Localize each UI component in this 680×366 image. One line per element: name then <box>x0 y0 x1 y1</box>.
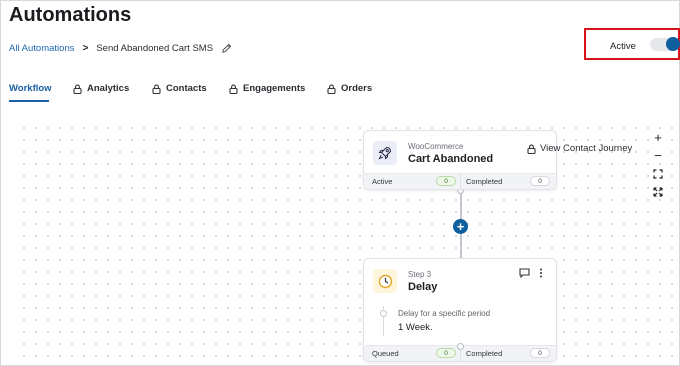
delay-step: Step 3 <box>408 270 432 279</box>
tab-contacts[interactable]: Contacts <box>152 83 207 94</box>
tab-label: Engagements <box>243 83 306 94</box>
connector-line <box>460 234 462 258</box>
add-step-button[interactable]: + <box>453 219 468 234</box>
tab-engagements[interactable]: Engagements <box>229 83 305 94</box>
breadcrumb-current: Send Abandoned Cart SMS <box>96 43 214 54</box>
delay-title: Delay <box>408 281 438 293</box>
fullscreen-button[interactable] <box>649 184 667 199</box>
completed-count-label: Completed <box>466 349 503 358</box>
zoom-in-button[interactable]: + <box>649 130 667 145</box>
tab-active-indicator <box>9 100 49 102</box>
status-highlight-box: Active <box>584 28 680 60</box>
trigger-node-footer: Active 0 Completed 0 <box>364 173 556 189</box>
status-label: Active <box>610 41 636 52</box>
workflow-canvas[interactable] <box>14 118 680 366</box>
comment-icon[interactable] <box>519 268 530 278</box>
trigger-node[interactable]: WooCommerce Cart Abandoned Active 0 Comp… <box>363 130 557 190</box>
lock-icon <box>327 84 336 94</box>
trigger-source: WooCommerce <box>408 142 464 151</box>
active-count-label: Active <box>372 177 393 186</box>
tab-label: Workflow <box>9 83 52 94</box>
pencil-icon[interactable] <box>221 43 232 54</box>
lock-icon <box>73 84 82 94</box>
view-contact-journey-button[interactable]: View Contact Journey <box>527 143 632 154</box>
active-toggle[interactable] <box>650 37 680 51</box>
trigger-title: Cart Abandoned <box>408 153 494 165</box>
footer-divider <box>460 174 461 189</box>
fit-view-button[interactable] <box>649 166 667 181</box>
queued-count-label: Queued <box>372 349 399 358</box>
lock-icon <box>527 144 536 154</box>
fit-view-icon <box>653 168 663 179</box>
breadcrumb-all-automations-link[interactable]: All Automations <box>9 43 74 54</box>
tab-workflow[interactable]: Workflow <box>9 83 52 94</box>
tab-label: Analytics <box>87 83 130 94</box>
tab-label: Contacts <box>166 83 207 94</box>
completed-count-badge: 0 <box>530 348 550 358</box>
completed-count-label: Completed <box>466 177 503 186</box>
tab-label: Orders <box>341 83 373 94</box>
completed-count-badge: 0 <box>530 176 550 186</box>
delay-desc-dot <box>380 310 387 317</box>
view-journey-label: View Contact Journey <box>540 143 633 154</box>
connector-line <box>460 190 462 220</box>
delay-node-actions <box>519 268 543 278</box>
tab-bar: Workflow Analytics Contacts Engagements … <box>0 78 680 106</box>
zoom-out-button[interactable]: − <box>649 148 667 163</box>
delay-value: 1 Week. <box>398 322 433 333</box>
queued-count-badge: 0 <box>436 348 456 358</box>
toggle-knob <box>666 37 680 51</box>
lock-icon <box>229 84 238 94</box>
active-count-badge: 0 <box>436 176 456 186</box>
clock-icon <box>373 269 397 293</box>
lock-icon <box>152 84 161 94</box>
rocket-icon <box>373 141 397 165</box>
fullscreen-icon <box>653 186 663 197</box>
tab-analytics[interactable]: Analytics <box>73 83 129 94</box>
tab-orders[interactable]: Orders <box>327 83 372 94</box>
breadcrumb: All Automations > Send Abandoned Cart SM… <box>9 43 232 54</box>
zoom-controls: + − <box>646 130 670 199</box>
delay-description: Delay for a specific period <box>398 309 491 318</box>
connector-handle[interactable] <box>457 343 464 350</box>
page-title: Automations <box>9 4 132 26</box>
more-options-icon[interactable] <box>539 268 543 278</box>
breadcrumb-separator: > <box>82 43 89 54</box>
